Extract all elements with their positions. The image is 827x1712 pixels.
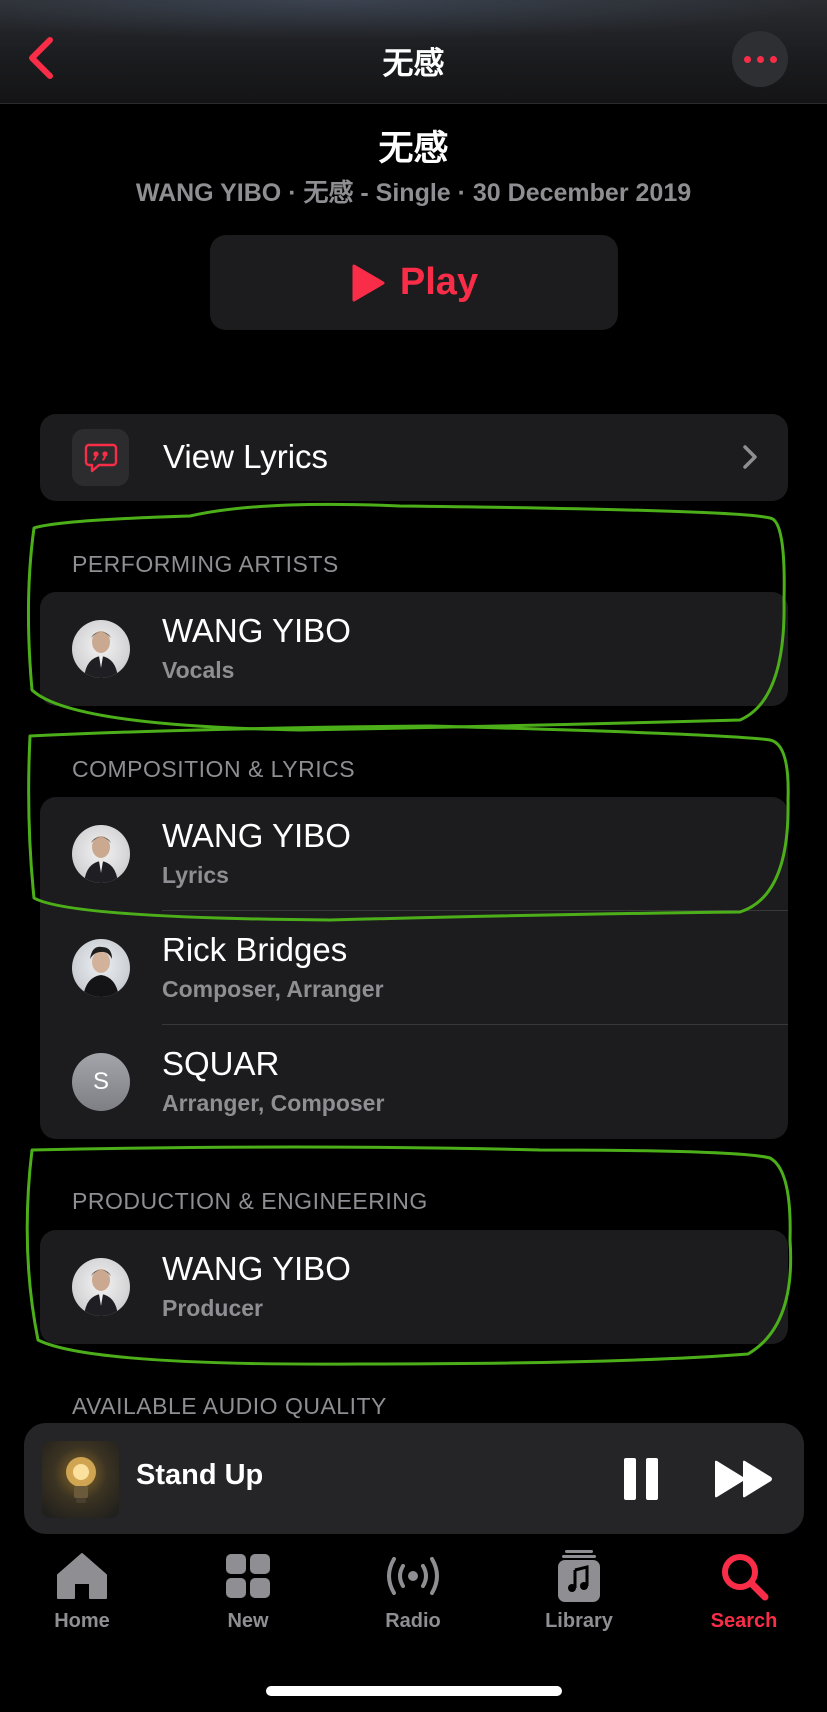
- tab-radio[interactable]: Radio: [353, 1548, 473, 1648]
- credit-row[interactable]: Rick Bridges Composer, Arranger: [40, 911, 788, 1025]
- performing-artists-card: WANG YIBO Vocals: [40, 592, 788, 706]
- house-icon: [57, 1553, 107, 1599]
- credit-name: SQUAR: [162, 1045, 280, 1082]
- artist-avatar: [72, 620, 130, 678]
- credit-role: Vocals: [162, 657, 235, 683]
- album-subtitle: WANG YIBO · 无感 - Single · 30 December 20…: [135, 179, 692, 207]
- lyrics-quote-icon: [72, 429, 129, 486]
- album-title: 无感: [378, 129, 449, 168]
- production-engineering-card: WANG YIBO Producer: [40, 1230, 788, 1344]
- nav-header: 无感: [0, 0, 827, 104]
- artist-avatar: [72, 1258, 130, 1316]
- album-credits-screen: 无感 无感 WANG YIBO · 无感 - Single · 30 Decem…: [0, 0, 827, 1712]
- artist-avatar: [72, 939, 130, 997]
- album-artwork: [42, 1441, 119, 1518]
- tab-label: Library: [545, 1610, 613, 1632]
- artist-avatar: [72, 825, 130, 883]
- tab-label: Search: [710, 1610, 778, 1632]
- initial-avatar: S: [72, 1053, 130, 1111]
- search-icon: [722, 1554, 769, 1601]
- pause-button[interactable]: [622, 1458, 662, 1502]
- music-library-icon: [558, 1550, 600, 1602]
- fast-forward-icon: [715, 1460, 772, 1498]
- broadcast-icon: [387, 1557, 439, 1595]
- mini-player[interactable]: Stand Up: [24, 1423, 804, 1534]
- credit-name: WANG YIBO: [162, 612, 351, 649]
- play-button[interactable]: Play: [210, 235, 618, 330]
- chevron-right-icon: [743, 445, 757, 469]
- credit-role: Lyrics: [162, 862, 229, 888]
- credit-name: Rick Bridges: [162, 931, 348, 968]
- more-options-button[interactable]: [732, 31, 788, 87]
- tab-bar: Home New Radio Library Search: [0, 1548, 827, 1668]
- play-icon: [352, 264, 385, 301]
- header-title: 无感: [382, 46, 445, 81]
- tab-home[interactable]: Home: [22, 1548, 142, 1648]
- section-header-audio-quality: AVAILABLE AUDIO QUALITY: [72, 1393, 387, 1419]
- credit-role: Arranger, Composer: [162, 1090, 385, 1116]
- credit-name: WANG YIBO: [162, 1250, 351, 1287]
- section-header-composition-lyrics: COMPOSITION & LYRICS: [72, 756, 356, 782]
- composition-lyrics-card: WANG YIBO Lyrics Rick Bridges Composer, …: [40, 797, 788, 1139]
- view-lyrics-row[interactable]: View Lyrics: [40, 414, 788, 501]
- tab-search[interactable]: Search: [684, 1548, 804, 1648]
- credit-name: WANG YIBO: [162, 817, 351, 854]
- section-header-production-engineering: PRODUCTION & ENGINEERING: [72, 1188, 428, 1214]
- pause-icon: [624, 1458, 636, 1500]
- section-header-performing-artists: PERFORMING ARTISTS: [72, 551, 339, 577]
- grid-icon: [226, 1554, 270, 1598]
- lightbulb-artwork: [65, 1456, 96, 1503]
- credit-row[interactable]: S SQUAR Arranger, Composer: [40, 1025, 788, 1139]
- tab-library[interactable]: Library: [519, 1548, 639, 1648]
- tab-label: Radio: [385, 1610, 441, 1632]
- credit-role: Producer: [162, 1295, 263, 1321]
- view-lyrics-label: View Lyrics: [163, 438, 329, 475]
- tab-label: New: [227, 1610, 269, 1632]
- home-indicator: [266, 1686, 562, 1696]
- ellipsis-icon: [744, 56, 751, 63]
- credit-row[interactable]: WANG YIBO Vocals: [40, 592, 788, 706]
- now-playing-title: Stand Up: [136, 1459, 264, 1491]
- credit-row[interactable]: WANG YIBO Lyrics: [40, 797, 788, 911]
- tab-new[interactable]: New: [188, 1548, 308, 1648]
- tab-label: Home: [54, 1610, 110, 1632]
- play-label: Play: [399, 261, 479, 303]
- credit-role: Composer, Arranger: [162, 976, 384, 1002]
- credit-row[interactable]: WANG YIBO Producer: [40, 1230, 788, 1344]
- fast-forward-button[interactable]: [712, 1458, 776, 1500]
